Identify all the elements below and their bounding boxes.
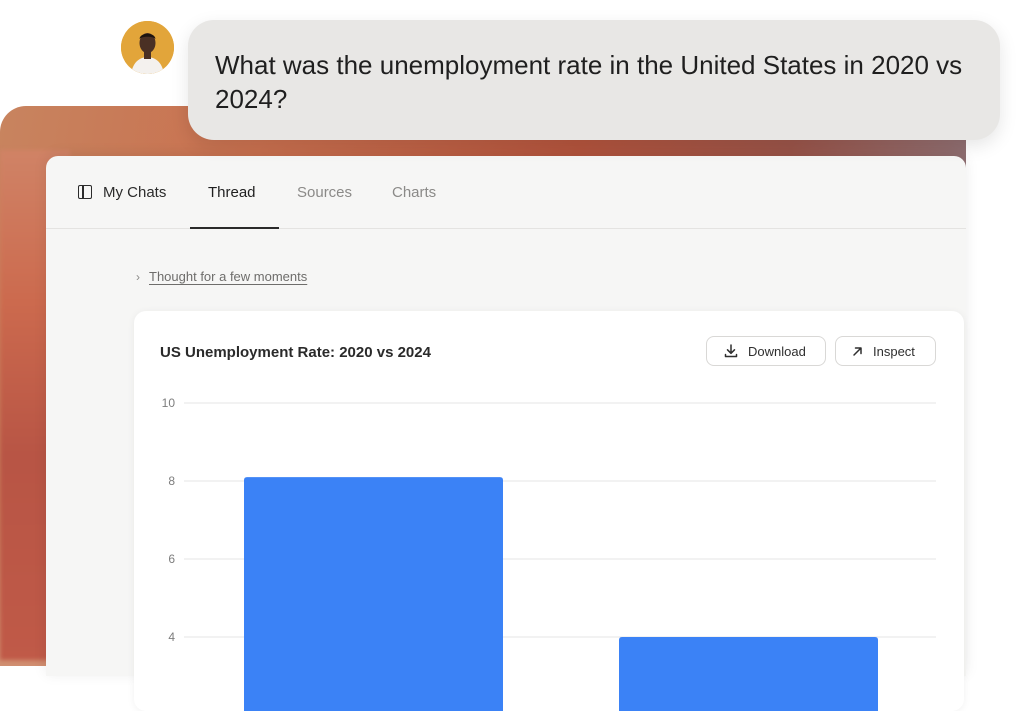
bar-chart: 10 8 6 4 [162, 396, 936, 711]
chart-card: US Unemployment Rate: 2020 vs 2024 Downl… [134, 311, 964, 711]
y-tick-label: 8 [168, 474, 175, 488]
sidebar-panel-icon [78, 185, 92, 199]
tab-my-chats[interactable]: My Chats [78, 156, 166, 228]
user-message-text: What was the unemployment rate in the Un… [215, 50, 963, 114]
user-message-bubble: What was the unemployment rate in the Un… [188, 20, 1000, 140]
y-tick-label: 10 [162, 396, 176, 410]
tab-thread[interactable]: Thread [208, 156, 256, 228]
tab-my-chats-label: My Chats [103, 183, 167, 201]
user-avatar-icon [121, 21, 174, 74]
thought-toggle[interactable]: › Thought for a few moments [136, 269, 307, 284]
chevron-right-icon: › [136, 269, 140, 284]
tab-charts[interactable]: Charts [392, 156, 436, 228]
active-tab-indicator [190, 227, 279, 229]
bar-2020[interactable] [244, 477, 503, 711]
tab-bar: My Chats Thread Sources Charts [46, 156, 966, 229]
thought-label: Thought for a few moments [149, 269, 308, 284]
tab-sources[interactable]: Sources [297, 156, 352, 228]
app-window: My Chats Thread Sources Charts › Thought… [46, 156, 966, 711]
tab-thread-label: Thread [208, 183, 256, 201]
avatar [121, 21, 174, 74]
y-tick-label: 6 [168, 552, 175, 566]
tab-charts-label: Charts [392, 183, 437, 201]
tab-sources-label: Sources [297, 183, 353, 201]
bar-2024[interactable] [619, 637, 878, 711]
y-tick-label: 4 [168, 630, 175, 644]
